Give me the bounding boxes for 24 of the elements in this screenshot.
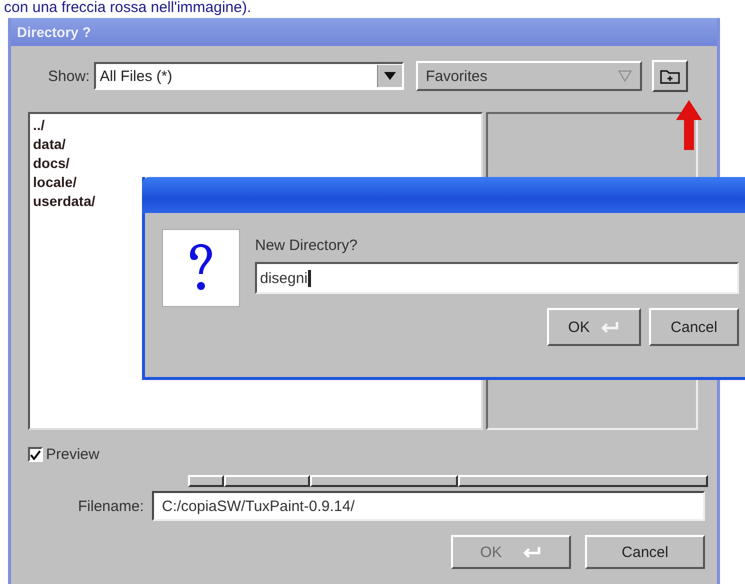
cancel-button[interactable]: Cancel: [585, 535, 705, 569]
show-label: Show:: [48, 68, 90, 84]
preview-label: Preview: [46, 446, 100, 463]
directory-name-field[interactable]: disegni: [255, 262, 739, 294]
folder-icon: [660, 68, 680, 84]
arrow-icon: [676, 100, 702, 150]
dropdown-arrow-icon: [384, 72, 396, 80]
triangle-icon: [618, 70, 632, 82]
filename-label: Filename:: [78, 498, 144, 514]
new-folder-button[interactable]: [652, 60, 688, 92]
caption-text: con una freccia rossa nell'immagine).: [3, 0, 252, 18]
prompt-label: New Directory?: [255, 237, 359, 254]
preview-checkbox[interactable]: [28, 447, 43, 462]
ok-button[interactable]: OK: [547, 308, 641, 346]
file-item[interactable]: ../: [33, 116, 478, 135]
cancel-button[interactable]: Cancel: [649, 308, 739, 346]
question-icon: [162, 229, 240, 307]
file-item[interactable]: data/: [33, 135, 478, 154]
checkmark-icon: [30, 450, 41, 460]
window-title: Directory ?: [11, 18, 717, 46]
filename-field[interactable]: C:/copiaSW/TuxPaint-0.9.14/: [152, 491, 705, 521]
favorites-button[interactable]: Favorites: [416, 61, 642, 91]
filter-dropdown[interactable]: All Files (*): [94, 62, 404, 90]
file-item[interactable]: docs/: [33, 154, 478, 173]
